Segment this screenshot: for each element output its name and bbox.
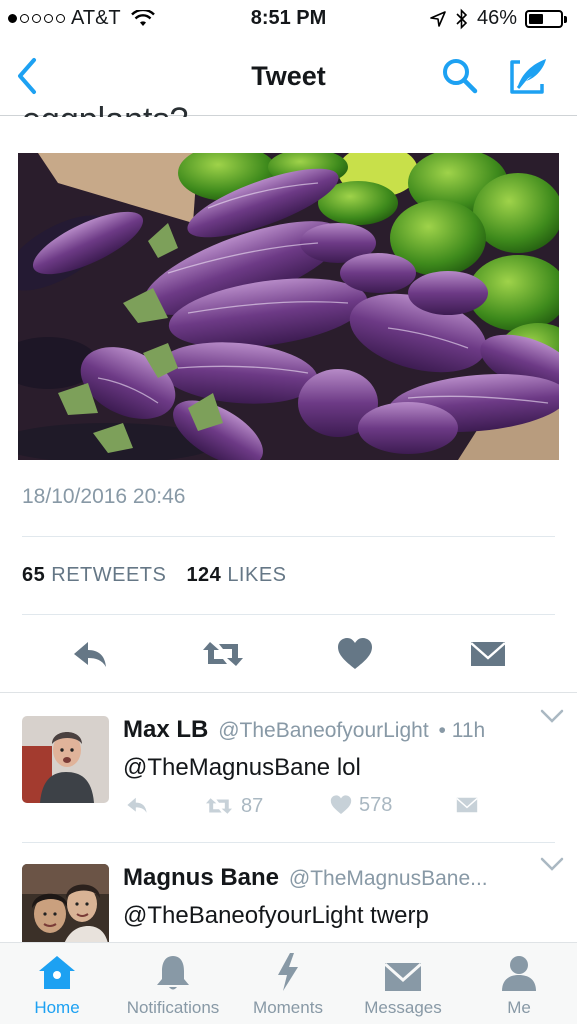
reply-author-name[interactable]: Max LB	[123, 716, 208, 743]
tab-moments[interactable]: Moments	[246, 943, 330, 1024]
heart-icon	[330, 795, 352, 814]
reply-text: @TheMagnusBane lol	[123, 754, 361, 781]
person-icon	[502, 956, 536, 991]
reply-header: Magnus Bane @TheMagnusBane...	[123, 864, 488, 892]
retweet-icon	[206, 798, 232, 814]
tab-notifications[interactable]: Notifications	[116, 943, 230, 1024]
reply-separator: •	[438, 719, 446, 742]
tab-home[interactable]: Home	[18, 943, 96, 1024]
tweet-text-clip: eggplants?	[0, 0, 577, 117]
heart-icon[interactable]	[335, 634, 375, 674]
reply-icon[interactable]	[70, 634, 110, 674]
reply-text: @TheBaneofyourLight twerp	[123, 902, 429, 929]
reply-retweet-count: 87	[241, 794, 264, 817]
reply-author-name[interactable]: Magnus Bane	[123, 864, 279, 891]
tweet-actions	[0, 634, 577, 674]
avatar[interactable]	[22, 716, 109, 803]
tweet-stats: 65 RETWEETS 124 LIKES	[22, 564, 287, 587]
reply-tweet[interactable]: Max LB @TheBaneofyourLight • 11h @TheMag…	[0, 692, 577, 842]
reply-message-button[interactable]	[453, 793, 481, 817]
reply-tweet[interactable]: Magnus Bane @TheMagnusBane... @TheBaneof…	[0, 842, 577, 942]
direct-message-icon	[456, 797, 478, 813]
tab-me-label: Me	[507, 998, 531, 1017]
tab-notifications-label: Notifications	[126, 998, 220, 1017]
reply-header: Max LB @TheBaneofyourLight • 11h	[123, 716, 485, 744]
tab-me[interactable]: Me	[496, 943, 542, 1024]
reply-like-button[interactable]: 578	[329, 793, 392, 817]
envelope-icon	[384, 962, 422, 991]
reply-reply-button[interactable]	[123, 793, 151, 817]
reply-time: 11h	[451, 719, 486, 742]
tab-bar: Home Notifications Moments Messages Me	[0, 942, 577, 1024]
retweet-count: 65	[22, 564, 46, 586]
likes-stat[interactable]: 124 LIKES	[186, 564, 286, 586]
home-icon	[39, 956, 75, 989]
tweet-photo[interactable]	[18, 153, 559, 460]
divider	[22, 536, 555, 537]
like-label: LIKES	[227, 564, 287, 586]
tab-messages-label: Messages	[364, 998, 442, 1017]
retweet-icon[interactable]	[201, 634, 245, 674]
chevron-down-icon[interactable]	[540, 856, 564, 872]
divider	[22, 614, 555, 615]
eggplant-photo-image	[18, 153, 559, 460]
tab-home-label: Home	[34, 998, 80, 1017]
reply-author-handle[interactable]: @TheMagnusBane...	[289, 867, 488, 890]
bell-icon	[157, 956, 189, 990]
reply-like-count: 578	[359, 793, 393, 816]
like-count: 124	[186, 564, 222, 586]
retweet-label: RETWEETS	[51, 564, 167, 586]
reply-author-handle[interactable]: @TheBaneofyourLight	[218, 719, 428, 742]
direct-message-icon[interactable]	[468, 634, 508, 674]
retweets-stat[interactable]: 65 RETWEETS	[22, 564, 166, 586]
reply-icon	[127, 797, 147, 813]
lightning-icon	[278, 953, 298, 991]
tweet-text: eggplants?	[22, 100, 188, 117]
reply-retweet-button[interactable]: 87	[203, 793, 263, 819]
tweet-timestamp: 18/10/2016 20:46	[22, 485, 186, 508]
reply-actions: 87 578	[123, 793, 553, 823]
tab-messages[interactable]: Messages	[356, 943, 450, 1024]
chevron-down-icon[interactable]	[540, 708, 564, 724]
avatar[interactable]	[22, 864, 109, 942]
tab-moments-label: Moments	[253, 998, 323, 1017]
